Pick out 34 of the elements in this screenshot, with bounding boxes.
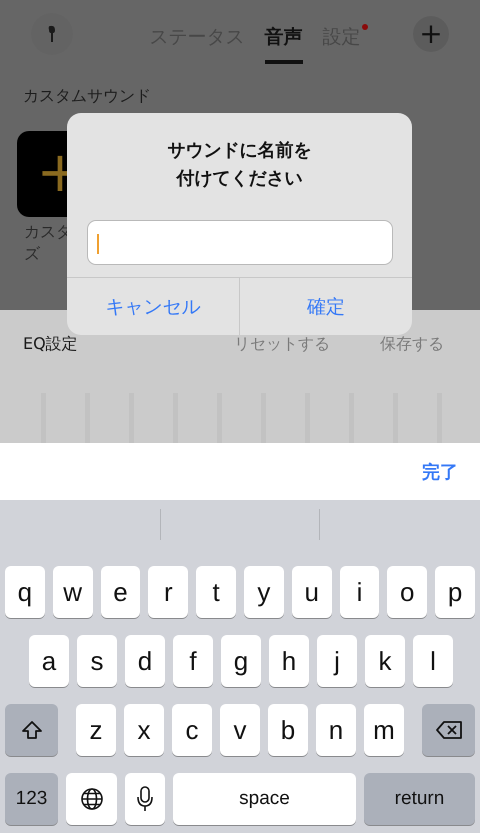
key[interactable]: b	[268, 704, 308, 756]
key[interactable]: v	[220, 704, 260, 756]
numbers-key[interactable]: 123	[5, 773, 58, 825]
key[interactable]: h	[269, 635, 309, 687]
key[interactable]: d	[125, 635, 165, 687]
key[interactable]: z	[76, 704, 116, 756]
tile-label: ズ	[23, 243, 41, 265]
key[interactable]: j	[317, 635, 357, 687]
key[interactable]: u	[292, 566, 332, 618]
key[interactable]: y	[244, 566, 284, 618]
key[interactable]: q	[5, 566, 45, 618]
return-key[interactable]: return	[364, 773, 475, 825]
key[interactable]: w	[52, 566, 93, 618]
key[interactable]: i	[340, 566, 380, 618]
key[interactable]: a	[29, 635, 69, 687]
eq-title: EQ設定	[23, 334, 79, 355]
key[interactable]: e	[100, 566, 140, 618]
key[interactable]: g	[221, 635, 261, 687]
dialog-title: サウンドに名前を 付けてください	[168, 139, 312, 191]
key[interactable]: t	[196, 566, 236, 618]
key[interactable]: r	[148, 566, 188, 618]
key[interactable]: s	[77, 635, 117, 687]
key[interactable]: x	[124, 704, 164, 756]
done-button[interactable]: 完了	[422, 460, 458, 484]
key[interactable]: o	[387, 566, 428, 618]
key[interactable]: f	[173, 635, 213, 687]
key[interactable]: l	[413, 635, 453, 687]
key[interactable]: c	[172, 704, 212, 756]
section-title: カスタムサウンド	[22, 85, 152, 107]
key[interactable]: k	[365, 635, 405, 687]
key[interactable]: m	[364, 704, 404, 756]
space-key[interactable]: space	[173, 773, 356, 825]
key[interactable]: n	[316, 704, 356, 756]
key[interactable]: p	[435, 566, 475, 618]
